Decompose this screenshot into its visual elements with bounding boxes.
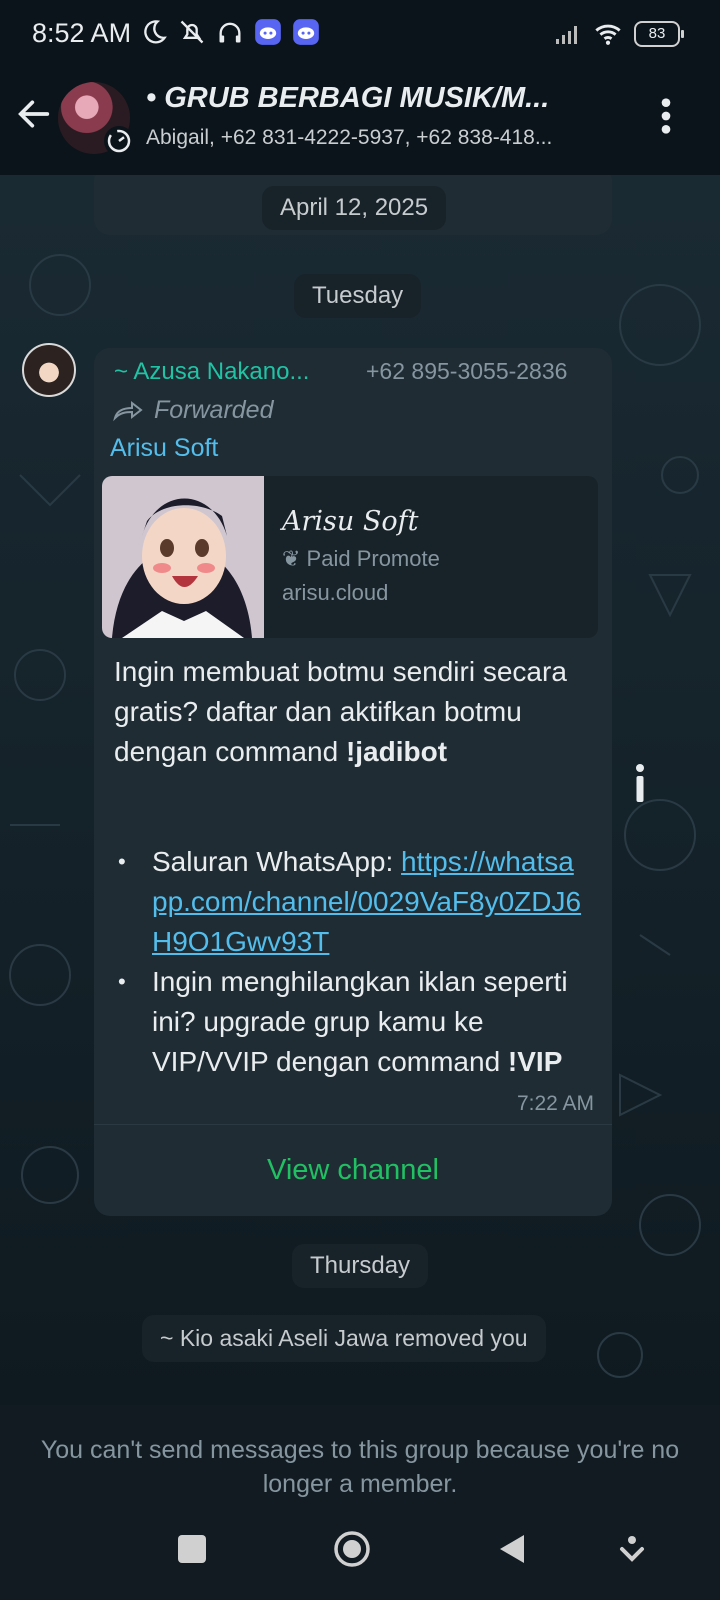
recents-square-icon[interactable]	[170, 1527, 214, 1571]
forwarded-label: Forwarded	[112, 396, 274, 425]
status-icons-right: 83	[554, 20, 684, 48]
command-vip: !VIP	[507, 1046, 563, 1077]
bubble-divider	[94, 1124, 612, 1125]
message-body-text: Ingin membuat botmu sendiri secara grati…	[114, 656, 567, 767]
message-body: Ingin membuat botmu sendiri secara grati…	[114, 652, 584, 772]
keyboard-hide-icon[interactable]	[610, 1527, 654, 1571]
discord-icon	[255, 19, 281, 45]
view-channel-button[interactable]: View channel	[94, 1126, 612, 1214]
status-time: 8:52 AM	[32, 18, 132, 48]
link-preview[interactable]: Arisu Soft ❦ Paid Promote arisu.cloud	[102, 476, 598, 638]
signal-icon	[556, 26, 577, 44]
message-bubble[interactable]: ~ Azusa Nakano... +62 895-3055-2836 Forw…	[94, 348, 612, 1216]
chat-header: • GRUB BERBAGI MUSIK/M... Abigail, +62 8…	[0, 70, 720, 175]
date-chip: Tuesday	[294, 274, 422, 318]
back-arrow-icon[interactable]	[14, 94, 54, 134]
channel-name[interactable]: Arisu Soft	[110, 434, 218, 463]
preview-thumbnail	[102, 476, 264, 638]
paw-icon: ❦	[282, 546, 307, 571]
date-chip: Thursday	[292, 1244, 429, 1288]
wifi-icon	[595, 24, 621, 45]
system-message: ~ Kio asaki Aseli Jawa removed you	[142, 1315, 546, 1362]
sender-name[interactable]: ~ Azusa Nakano...	[114, 358, 309, 386]
group-title[interactable]: • GRUB BERBAGI MUSIK/M...	[146, 82, 626, 115]
kebab-menu-icon[interactable]	[656, 96, 676, 136]
sender-avatar[interactable]	[22, 343, 76, 397]
chat-area[interactable]: April 12, 2025 Tuesday ~ Azusa Nakano...…	[0, 175, 720, 1405]
date-chip: April 12, 2025	[262, 186, 447, 230]
headphones-icon	[219, 22, 241, 43]
command-jadibot: !jadibot	[345, 736, 448, 767]
moon-icon	[144, 20, 167, 44]
message-time: 7:22 AM	[516, 1092, 594, 1115]
status-bar: 8:52 AM 83	[0, 0, 720, 70]
discord-icon	[293, 19, 319, 45]
preview-domain: arisu.cloud	[282, 580, 389, 605]
home-circle-icon[interactable]	[330, 1527, 374, 1571]
bullet-2-text: Ingin menghilangkan iklan seperti ini? u…	[152, 966, 568, 1077]
status-icons-left	[140, 18, 320, 46]
bullet-item: Ingin menghilangkan iklan seperti ini? u…	[114, 962, 584, 1082]
group-members[interactable]: Abigail, +62 831-4222-5937, +62 838-418.…	[146, 126, 636, 150]
bullet-item: Saluran WhatsApp: https://whatsapp.com/c…	[114, 842, 584, 962]
sender-phone: +62 895-3055-2836	[366, 358, 568, 384]
not-member-notice: You can't send messages to this group be…	[40, 1436, 680, 1498]
back-triangle-icon[interactable]	[490, 1527, 534, 1571]
bullet-1-text: Saluran WhatsApp:	[152, 846, 402, 877]
info-icon[interactable]	[634, 763, 646, 803]
preview-subtitle-text: Paid Promote	[306, 546, 440, 571]
mute-icon	[180, 20, 204, 44]
forwarded-text: Forwarded	[154, 396, 274, 424]
forward-icon	[113, 400, 143, 421]
battery-indicator: 83	[634, 21, 684, 47]
footer-notice: You can't send messages to this group be…	[0, 1405, 720, 1505]
disappearing-timer-icon	[104, 126, 134, 156]
preview-title: Arisu Soft	[282, 506, 419, 537]
system-nav-bar	[0, 1505, 720, 1600]
preview-subtitle: ❦ Paid Promote	[282, 546, 440, 572]
bullet-list: Saluran WhatsApp: https://whatsapp.com/c…	[114, 842, 584, 1082]
